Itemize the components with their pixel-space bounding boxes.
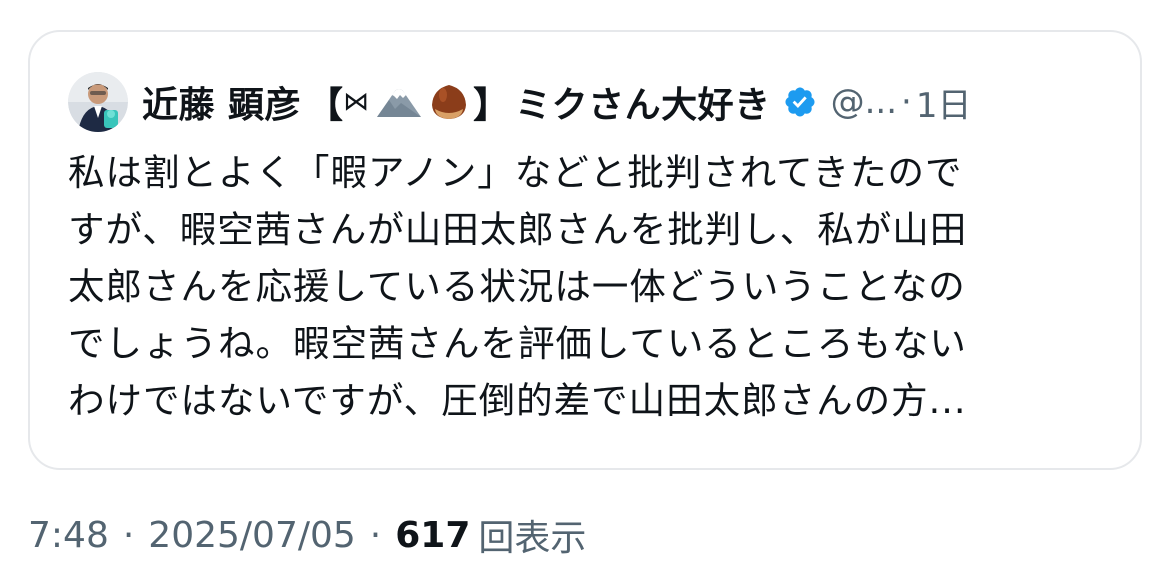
quoted-tweet-text: 私は割とよく「暇アノン」などと批判されてきたので すが、暇空茜さんが山田太郎さん… xyxy=(68,144,1108,429)
bowtie-symbol: ⋈ xyxy=(343,87,370,117)
views-label: 回表示 xyxy=(478,518,587,559)
bracket-close: 】 xyxy=(473,85,510,126)
text-line: わけではないですが、圧倒的差で山田太郎さんの方... xyxy=(68,379,967,422)
author-handle[interactable]: @... xyxy=(831,82,897,122)
author-name[interactable]: 近藤 顕彦 xyxy=(142,76,301,128)
text-line: 太郎さんを応援している状況は一体どういうことなの xyxy=(68,265,966,308)
avatar[interactable] xyxy=(68,72,128,132)
meta-separator: · xyxy=(122,514,135,556)
quoted-tweet-header: 近藤 顕彦 【 ⋈ 】 ミクさん大好き @... · 1日 xyxy=(68,68,971,136)
meta-separator: · xyxy=(369,514,382,556)
mountain-icon xyxy=(377,89,422,117)
chestnut-icon xyxy=(432,85,467,119)
author-name-suffix[interactable]: ミクさん大好き xyxy=(515,76,771,128)
tweet-meta-row: 7:48 · 2025/07/05 · 617 回表示 xyxy=(28,510,586,560)
post-date[interactable]: 2025/07/05 xyxy=(148,515,356,556)
text-line: すが、暇空茜さんが山田太郎さんを批判し、私が山田 xyxy=(68,208,968,251)
header-separator: · xyxy=(901,82,912,122)
relative-timestamp[interactable]: 1日 xyxy=(916,78,972,127)
text-line: でしょうね。暇空茜さんを評価しているところもない xyxy=(68,322,967,365)
quoted-tweet-card[interactable]: 近藤 顕彦 【 ⋈ 】 ミクさん大好き @... · 1日 私は割とよく「暇アノ… xyxy=(28,30,1142,470)
verified-badge-icon xyxy=(785,87,815,117)
author-name-decoration: 【 ⋈ 】 xyxy=(307,76,509,128)
text-line: 私は割とよく「暇アノン」などと批判されてきたので xyxy=(68,151,963,194)
post-time[interactable]: 7:48 xyxy=(28,515,109,556)
view-count[interactable]: 617 xyxy=(395,515,470,556)
bracket-open: 【 xyxy=(307,85,344,126)
